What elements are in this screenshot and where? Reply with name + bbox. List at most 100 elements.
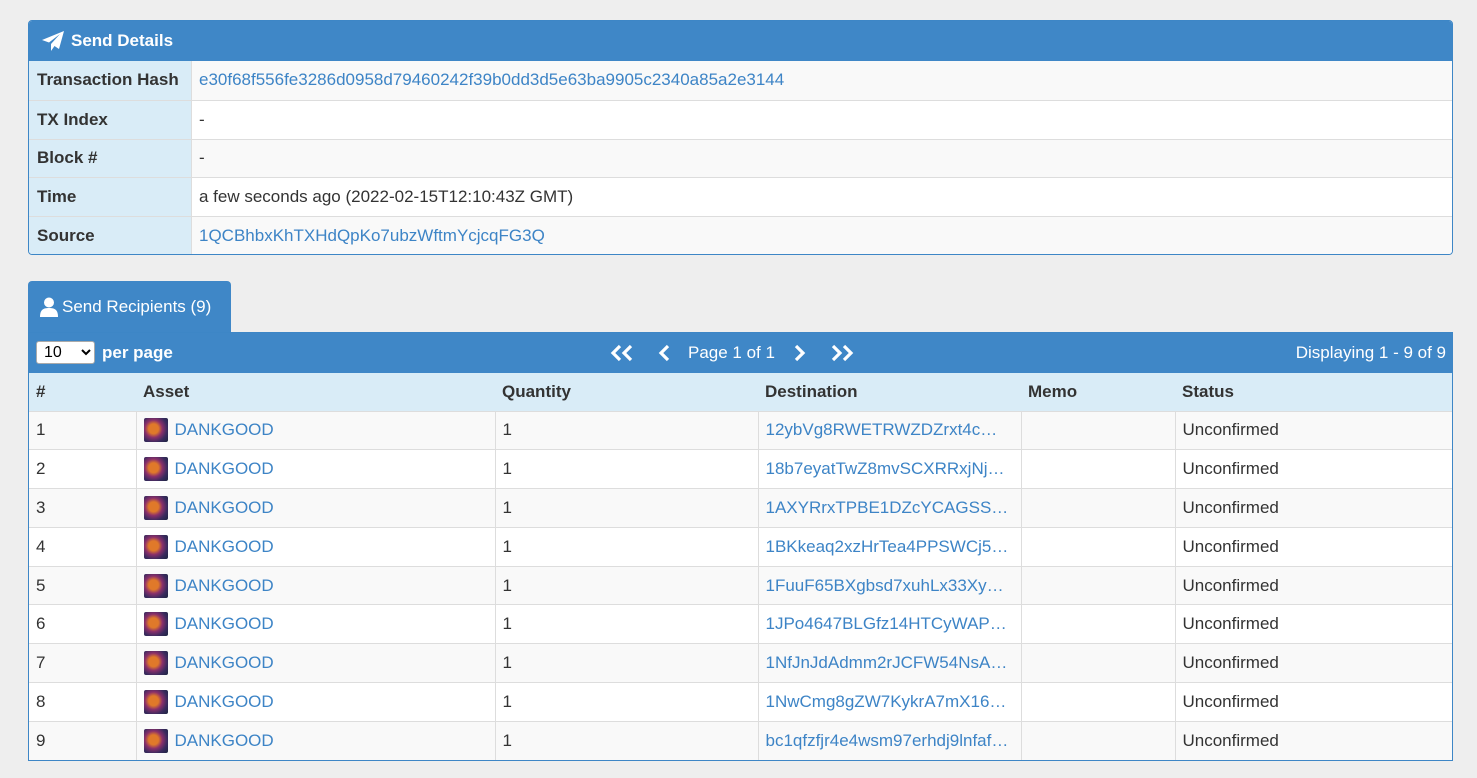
asset-cell: DANKGOOD [135,488,495,528]
asset-cell: DANKGOOD [135,720,495,760]
destination-link[interactable]: 18b7eyatTwZ8mvSCXRRxjNj… [766,459,1005,478]
asset-cell: DANKGOOD [135,643,495,683]
asset-link[interactable]: DANKGOOD [175,731,274,751]
quantity-cell: 1 [494,565,758,605]
table-row: 8 DANKGOOD 1 1NwCmg8gZW7KykrA7mX16… Unconfir… [29,682,1452,722]
status-cell: Unconfirmed [1174,720,1452,760]
destination-link[interactable]: 1FuuF65BXgbsd7xuhLx33Xy… [766,576,1004,595]
chevron-left-icon [658,344,670,362]
asset-link[interactable]: DANKGOOD [175,576,274,596]
asset-link[interactable]: DANKGOOD [175,420,274,440]
prev-page-button[interactable] [657,344,671,362]
status-cell: Unconfirmed [1174,604,1452,644]
next-page-button[interactable] [793,344,807,362]
per-page-select[interactable]: 102550100 [36,341,95,364]
memo-cell [1020,720,1175,760]
asset-cell: DANKGOOD [135,682,495,722]
row-number: 8 [29,682,136,722]
destination-link[interactable]: 12ybVg8RWETRWZDZrxt4c… [766,420,998,439]
asset-link[interactable]: DANKGOOD [175,614,274,634]
detail-value-cell: - [192,101,1452,139]
detail-row: Block # - [29,138,1452,178]
row-number: 2 [29,449,136,489]
row-number: 3 [29,488,136,528]
asset-link[interactable]: DANKGOOD [175,459,274,479]
status-cell: Unconfirmed [1174,449,1452,489]
detail-label: Block # [29,139,192,178]
quantity-cell: 1 [494,449,758,489]
memo-cell [1020,410,1175,450]
tab-label: Send Recipients (9) [62,297,212,316]
asset-cell: DANKGOOD [135,526,495,567]
detail-label: Time [29,178,192,217]
destination-link[interactable]: 1JPo4647BLGfz14HTCyWAP… [766,614,1007,633]
per-page-control: 102550100 per page [36,341,173,364]
detail-row: TX Index - [29,99,1452,139]
asset-link[interactable]: DANKGOOD [175,653,274,673]
asset: DANKGOOD [143,729,495,754]
asset-icon [143,612,168,637]
page-indicator: Page 1 of 1 [688,343,775,362]
send-details-header: Send Details [29,21,1452,61]
destination-cell: 18b7eyatTwZ8mvSCXRRxjNj… [757,449,1021,489]
memo-cell [1020,488,1175,528]
status-cell: Unconfirmed [1174,526,1452,567]
asset-link[interactable]: DANKGOOD [175,498,274,518]
destination-link[interactable]: 1AXYRrxTPBE1DZcYCAGSS… [766,498,1009,517]
detail-value: - [199,109,205,129]
detail-label: TX Index [29,100,192,139]
first-page-button[interactable] [609,344,635,362]
destination-cell: 1AXYRrxTPBE1DZcYCAGSS… [757,488,1021,528]
column-header: Asset [136,373,495,411]
destination-cell: 1NwCmg8gZW7KykrA7mX16… [757,682,1021,722]
last-page-button[interactable] [829,344,855,362]
quantity-cell: 1 [494,604,758,644]
memo-cell [1020,682,1175,722]
tab-send-recipients[interactable]: Send Recipients (9) [28,281,231,333]
destination-cell: 1NfJnJdAdmm2rJCFW54NsA… [757,643,1021,683]
destination-link[interactable]: 1NwCmg8gZW7KykrA7mX16… [766,692,1007,711]
quantity-cell: 1 [494,720,758,760]
detail-value-link[interactable]: e30f68f556fe3286d0958d79460242f39b0dd3d5… [199,70,784,90]
send-details-title: Send Details [71,31,174,50]
destination-cell: 1BKkeaq2xzHrTea4PPSWCj5… [757,526,1021,567]
table-toolbar: 102550100 per page Page 1 of 1 [29,333,1452,373]
column-header: Destination [758,373,1021,411]
table-row: 5 DANKGOOD 1 1FuuF65BXgbsd7xuhLx33Xy… Unconf… [29,565,1452,605]
destination-cell: bc1qfzfjr4e4wsm97erhdj9lnfaf… [757,720,1021,760]
destination-cell: 1JPo4647BLGfz14HTCyWAP… [757,604,1021,644]
chevron-right-icon [794,344,806,362]
asset-icon [143,729,168,754]
row-number: 4 [29,526,136,567]
quantity-cell: 1 [494,682,758,722]
row-number: 9 [29,720,136,760]
asset-link[interactable]: DANKGOOD [175,692,274,712]
double-chevron-right-icon [831,344,854,362]
destination-link[interactable]: 1BKkeaq2xzHrTea4PPSWCj5… [766,537,1009,556]
memo-cell [1020,643,1175,683]
recipients-panel: 102550100 per page Page 1 of 1 [28,332,1453,761]
asset-icon [143,534,168,559]
asset-cell: DANKGOOD [135,604,495,644]
send-details-panel: Send Details Transaction Hash e30f68f556f… [28,20,1453,255]
memo-cell [1020,565,1175,605]
destination-link[interactable]: bc1qfzfjr4e4wsm97erhdj9lnfaf… [766,731,1009,750]
detail-value-cell: e30f68f556fe3286d0958d79460242f39b0dd3d5… [192,61,1452,100]
user-icon [40,297,58,317]
asset-icon [143,457,168,482]
detail-value-cell: a few seconds ago (2022-02-15T12:10:43Z … [192,178,1452,216]
memo-cell [1020,526,1175,567]
asset: DANKGOOD [143,651,495,676]
detail-value-link[interactable]: 1QCBhbxKhTXHdQpKo7ubzWftmYcjcqFG3Q [199,226,545,246]
asset: DANKGOOD [143,573,495,598]
asset: DANKGOOD [143,418,495,443]
pagination: Page 1 of 1 [609,333,855,373]
detail-value: a few seconds ago (2022-02-15T12:10:43Z … [199,187,574,207]
destination-link[interactable]: 1NfJnJdAdmm2rJCFW54NsA… [766,653,1008,672]
asset-icon [143,573,168,598]
asset-icon [143,689,168,714]
table-row: 2 DANKGOOD 1 18b7eyatTwZ8mvSCXRRxjNj… Unconf… [29,449,1452,489]
detail-value: - [199,148,205,168]
row-number: 6 [29,604,136,644]
asset-link[interactable]: DANKGOOD [175,537,274,557]
